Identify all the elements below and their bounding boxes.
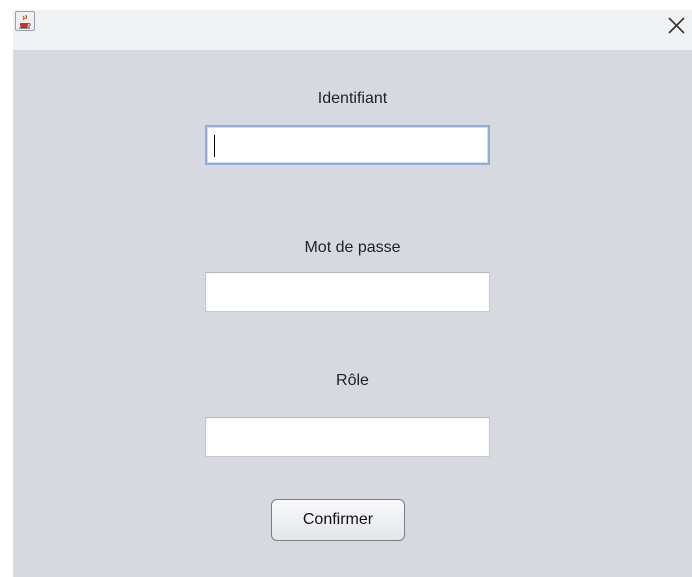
login-window: Identifiant Mot de passe Rôle Confirmer <box>13 10 692 577</box>
identifiant-input[interactable] <box>205 125 490 165</box>
title-bar <box>13 10 692 50</box>
close-button[interactable] <box>658 10 692 44</box>
java-icon <box>15 11 35 31</box>
confirm-button[interactable]: Confirmer <box>271 499 405 541</box>
role-input[interactable] <box>205 417 490 457</box>
mot-de-passe-label: Mot de passe <box>304 239 401 256</box>
close-icon <box>668 17 685 34</box>
java-cup-icon <box>19 14 31 29</box>
role-label: Rôle <box>336 372 369 389</box>
identifiant-label: Identifiant <box>317 90 388 107</box>
text-caret <box>214 135 215 157</box>
mot-de-passe-input[interactable] <box>205 272 490 312</box>
